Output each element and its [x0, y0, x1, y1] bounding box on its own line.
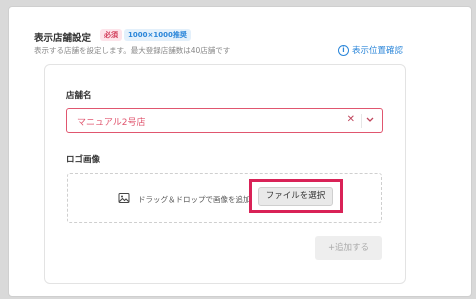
logo-image-label: ロゴ画像: [66, 155, 101, 165]
display-position-label: 表示位置確認: [352, 46, 404, 56]
clear-icon[interactable]: ✕: [347, 114, 355, 125]
recommended-size-badge: 1000×1000推奨: [124, 29, 191, 41]
chevron-down-icon[interactable]: [364, 113, 376, 127]
section-subtitle: 表示する店舗を設定します。最大登録店舗数は40店舗です: [34, 46, 231, 55]
highlight-frame: [249, 179, 343, 213]
required-badge: 必須: [100, 29, 122, 41]
image-icon: [118, 193, 130, 203]
info-icon: i: [338, 44, 349, 56]
store-name-label: 店舗名: [66, 91, 92, 101]
store-name-value: マニュアル2号店: [77, 118, 146, 128]
add-store-button[interactable]: +追加する: [315, 236, 382, 260]
select-divider: [361, 114, 362, 128]
store-name-select[interactable]: マニュアル2号店 ✕: [66, 108, 383, 133]
display-position-link[interactable]: i 表示位置確認: [338, 44, 403, 56]
section-title: 表示店舗設定: [34, 33, 92, 44]
dropzone-text: ドラッグ＆ドロップで画像を追加: [138, 195, 251, 204]
